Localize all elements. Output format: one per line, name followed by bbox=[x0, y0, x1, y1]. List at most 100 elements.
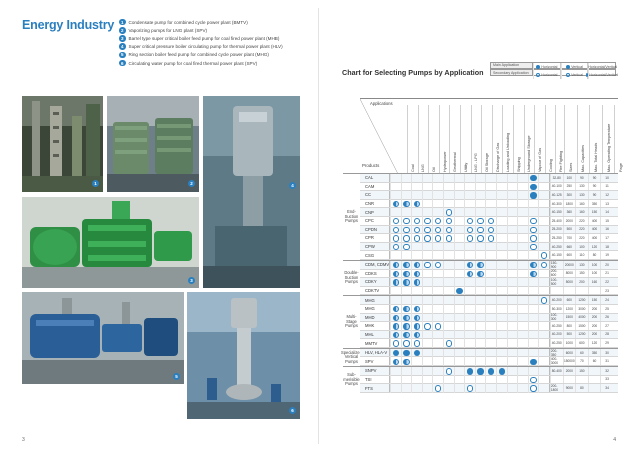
application-cell bbox=[432, 330, 443, 340]
legend-text: Ring section boiler feed pump for combin… bbox=[128, 52, 269, 58]
spec-header: Max. Total Heads bbox=[589, 105, 602, 173]
table-row[interactable]: HLV, HLA-V 200-350 6000 60 350 30 bbox=[360, 349, 618, 358]
table-row[interactable]: SPV 400-3000 150000 70 60 31 bbox=[360, 357, 618, 367]
application-cell bbox=[474, 208, 486, 217]
product-name[interactable]: SPV bbox=[360, 357, 390, 366]
product-name[interactable]: FTS bbox=[360, 384, 390, 392]
secondary-application-icon bbox=[403, 340, 410, 347]
application-cell bbox=[400, 296, 412, 305]
table-row[interactable]: TSI 33 bbox=[360, 375, 618, 385]
product-name[interactable]: CNP bbox=[360, 208, 390, 216]
application-cell bbox=[400, 330, 412, 340]
product-name[interactable]: CDKY bbox=[360, 278, 390, 286]
table-row[interactable]: CPR 25-250 700 220 400 17 bbox=[360, 234, 618, 243]
table-row[interactable]: CSG 40-150 600 110 80 19 bbox=[360, 251, 618, 260]
table-row[interactable]: MHG 40-200 600 1200 150 24 bbox=[360, 296, 618, 305]
product-name[interactable]: MHG bbox=[360, 304, 390, 313]
spec-value: 130 bbox=[575, 260, 588, 269]
product-name[interactable]: HLV, HLA-V bbox=[360, 348, 390, 357]
product-name[interactable]: CPDN bbox=[360, 225, 390, 234]
product-name[interactable]: SNPV bbox=[360, 367, 390, 375]
table-row[interactable]: CAL 32-80 100 90 90 10 bbox=[360, 174, 618, 183]
table-row[interactable]: CC 40-125 300 130 90 12 bbox=[360, 191, 618, 200]
spec-value: 1200 bbox=[575, 296, 588, 304]
table-row[interactable]: CDKS 200-600 8000 150 100 21 bbox=[360, 269, 618, 279]
application-cell bbox=[421, 269, 433, 279]
spec-value: 100-300 bbox=[549, 313, 563, 321]
application-cell bbox=[485, 260, 496, 270]
product-name[interactable]: CPW bbox=[360, 242, 390, 251]
table-row[interactable]: SNPV 80-400 2000 150 32 bbox=[360, 367, 618, 376]
spec-value: 160 bbox=[575, 208, 588, 216]
application-cell bbox=[495, 269, 507, 279]
table-row[interactable]: MHK 40-250 800 1500 200 27 bbox=[360, 322, 618, 331]
table-row[interactable]: CDKTV 23 bbox=[360, 286, 618, 296]
application-cell bbox=[442, 322, 454, 331]
main-application-icon bbox=[466, 270, 474, 278]
product-name[interactable]: CDKTV bbox=[360, 286, 390, 295]
photo-1-image bbox=[22, 96, 103, 192]
spec-value bbox=[587, 286, 601, 295]
table-row[interactable]: CNP 40-150 360 160 150 14 bbox=[360, 208, 618, 217]
table-row[interactable]: CPC 25-400 2000 220 400 15 bbox=[360, 216, 618, 226]
main-application-icon bbox=[413, 200, 421, 208]
application-cell bbox=[464, 286, 475, 296]
product-name[interactable]: CC bbox=[360, 191, 390, 199]
table-row[interactable]: MHD 100-300 1500 4000 200 26 bbox=[360, 313, 618, 323]
application-cell bbox=[485, 384, 496, 393]
product-name[interactable]: CPC bbox=[360, 216, 390, 225]
product-name[interactable]: CDKS bbox=[360, 269, 390, 278]
table-row[interactable]: MMTV 40-250 1000 600 120 29 bbox=[360, 339, 618, 348]
application-cell bbox=[485, 216, 496, 226]
legend-text: Condensate pump for combined cycle power… bbox=[128, 19, 248, 25]
table-row[interactable]: FTS 200-1800 9000 80 34 bbox=[360, 384, 618, 393]
table-row[interactable]: MHG 50-300 1200 3000 200 25 bbox=[360, 304, 618, 314]
product-name[interactable]: MHG bbox=[360, 296, 390, 304]
application-cell bbox=[442, 251, 454, 260]
group-label: End-Suction Pumps bbox=[343, 174, 360, 260]
application-cell bbox=[527, 330, 539, 340]
spec-value: 25-250 bbox=[549, 234, 562, 242]
product-name[interactable]: TSI bbox=[360, 375, 390, 384]
spec-value: 150 bbox=[587, 296, 601, 304]
table-row[interactable]: CPW 40-250 660 100 120 18 bbox=[360, 242, 618, 252]
product-name[interactable]: CSG bbox=[360, 251, 390, 259]
application-cell bbox=[485, 269, 496, 279]
group-label: Multi-Stage Pumps bbox=[343, 296, 360, 348]
application-cell bbox=[517, 357, 528, 367]
spec-value: 40-125 bbox=[549, 191, 562, 199]
product-name[interactable]: MMTV bbox=[360, 339, 390, 347]
spec-cells: 100-300 1500 4000 200 26 bbox=[548, 313, 613, 321]
product-name[interactable]: MHL bbox=[360, 330, 390, 339]
application-cell bbox=[495, 174, 507, 183]
application-cell bbox=[432, 182, 443, 192]
application-cell bbox=[527, 322, 539, 331]
secondary-application-icon bbox=[530, 235, 537, 242]
application-cell bbox=[517, 251, 528, 260]
application-cell bbox=[453, 375, 465, 385]
spec-value: 70 bbox=[575, 357, 588, 366]
application-cell bbox=[495, 216, 507, 226]
legend-option: Horizontal bbox=[541, 72, 558, 77]
product-name[interactable]: CNR bbox=[360, 199, 390, 208]
table-row[interactable]: CAM 40-100 250 130 90 11 bbox=[360, 182, 618, 192]
application-cell bbox=[400, 348, 412, 358]
product-name[interactable]: CDM, CDMV bbox=[360, 260, 390, 269]
table-row[interactable]: MHL 40-200 500 1200 200 28 bbox=[360, 330, 618, 340]
table-row[interactable]: CDM, CDMV 150-900 20000 130 100 20 bbox=[360, 261, 618, 270]
secondary-application-icon bbox=[392, 218, 399, 225]
table-row[interactable]: CPDN 25-200 500 220 400 16 bbox=[360, 225, 618, 235]
product-name[interactable]: CAL bbox=[360, 174, 390, 182]
legend-text: Barrel type super critical boiler feed p… bbox=[128, 35, 280, 41]
product-name[interactable]: CAM bbox=[360, 182, 390, 191]
table-row[interactable]: CDKY 100-500 5000 200 160 22 bbox=[360, 278, 618, 287]
column-header: Utility bbox=[459, 105, 471, 173]
column-header-label: Fire Fighting bbox=[559, 150, 564, 172]
spec-value: 40-300 bbox=[549, 199, 562, 208]
product-name[interactable]: MHK bbox=[360, 322, 390, 330]
product-name[interactable]: CPR bbox=[360, 234, 390, 242]
product-name[interactable]: MHD bbox=[360, 313, 390, 322]
application-cell bbox=[527, 357, 539, 367]
table-row[interactable]: CNR 40-300 1800 160 350 13 bbox=[360, 199, 618, 209]
application-cell bbox=[464, 260, 475, 270]
